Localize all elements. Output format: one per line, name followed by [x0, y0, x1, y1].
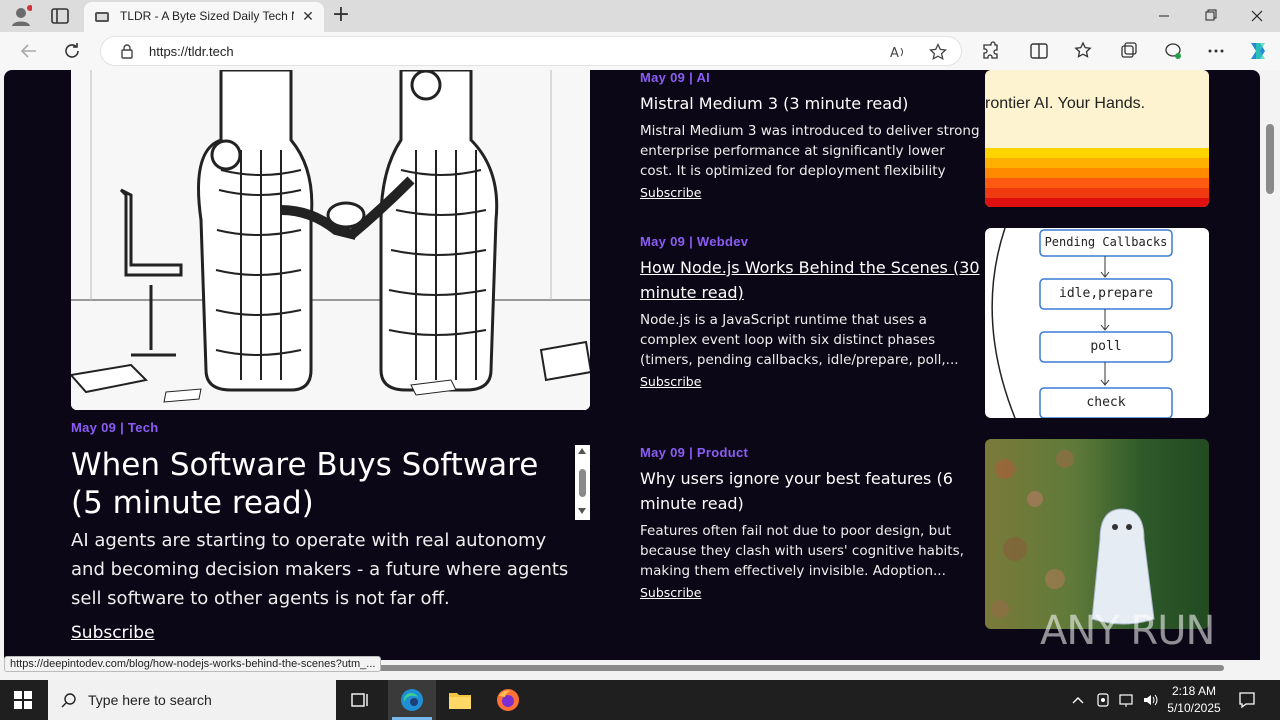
windows-taskbar: Type here to search 2:18 AM 5/10/2025: [0, 680, 1280, 720]
close-tab-icon[interactable]: ✕: [300, 9, 316, 25]
mistral-article-image[interactable]: rontier AI. Your Hands.: [985, 70, 1209, 207]
page-vertical-scrollbar[interactable]: [1262, 70, 1280, 660]
profile-icon[interactable]: [10, 5, 32, 27]
page-viewport: May 09 | Tech When Software Buys Softwar…: [0, 70, 1262, 660]
windows-start-icon[interactable]: [14, 691, 32, 709]
tab-actions-icon[interactable]: [50, 6, 70, 26]
article-product: May 09 | Product Why users ignore your b…: [640, 445, 980, 601]
taskbar-search-box[interactable]: Type here to search: [48, 680, 336, 720]
taskbar-clock[interactable]: 2:18 AM 5/10/2025: [1164, 683, 1224, 717]
hero-category: May 09 | Tech: [71, 420, 159, 435]
search-icon: [61, 693, 76, 708]
chevron-up-icon[interactable]: [1070, 692, 1086, 708]
split-screen-icon[interactable]: [1029, 41, 1049, 61]
hero-description: AI agents are starting to operate with r…: [71, 530, 569, 609]
article-category: May 09 | AI: [640, 70, 711, 85]
hero-article-image[interactable]: [71, 70, 590, 410]
navigation-bar: https://tldr.tech A: [0, 32, 1280, 70]
hero-title[interactable]: When Software Buys Software (5 minute re…: [71, 446, 561, 522]
volume-icon[interactable]: [1142, 692, 1160, 708]
diagram-node: check: [1086, 395, 1126, 410]
back-icon[interactable]: [18, 40, 40, 62]
active-tab[interactable]: TLDR - A Byte Sized Daily Tech Ne ✕: [84, 2, 324, 32]
hero-subscribe-link[interactable]: Subscribe: [71, 623, 155, 643]
address-bar[interactable]: https://tldr.tech A: [100, 36, 962, 66]
ghost-in-field-image[interactable]: [985, 439, 1209, 629]
clock-date: 5/10/2025: [1167, 701, 1221, 715]
restore-icon[interactable]: [1187, 0, 1233, 32]
scroll-down-arrow-icon[interactable]: [578, 508, 586, 514]
url-text[interactable]: https://tldr.tech: [149, 44, 234, 59]
article-title[interactable]: How Node.js Works Behind the Scenes (30 …: [640, 255, 980, 305]
subscribe-link[interactable]: Subscribe: [640, 585, 701, 600]
article-category: May 09 | Webdev: [640, 234, 749, 249]
tldr-page: May 09 | Tech When Software Buys Softwar…: [4, 70, 1260, 660]
article-mistral: May 09 | AI Mistral Medium 3 (3 minute r…: [640, 70, 980, 201]
tab-title: TLDR - A Byte Sized Daily Tech Ne: [120, 9, 294, 23]
anyrun-watermark: ANY RUN: [1040, 608, 1215, 654]
more-options-icon[interactable]: [1206, 41, 1226, 61]
article-description: Node.js is a JavaScript runtime that use…: [640, 312, 959, 368]
refresh-icon[interactable]: [61, 40, 83, 62]
favorites-icon[interactable]: [1074, 41, 1094, 61]
task-view-icon[interactable]: [350, 690, 370, 710]
diagram-node: idle,prepare: [1059, 286, 1153, 301]
article-description: Mistral Medium 3 was introduced to deliv…: [640, 123, 980, 179]
status-url-tooltip: https://deepintodev.com/blog/how-nodejs-…: [4, 656, 382, 672]
scroll-up-arrow-icon[interactable]: [578, 448, 586, 454]
article-description: Features often fail not due to poor desi…: [640, 523, 964, 579]
article-category: May 09 | Product: [640, 445, 749, 460]
edge-taskbar-button[interactable]: [388, 680, 436, 720]
meet-now-icon[interactable]: [1095, 692, 1111, 708]
page-scroll-thumb[interactable]: [1266, 124, 1274, 194]
read-aloud-icon[interactable]: A: [889, 43, 907, 61]
extensions-icon[interactable]: [981, 41, 1001, 61]
clock-time: 2:18 AM: [1171, 684, 1217, 698]
tab-strip: TLDR - A Byte Sized Daily Tech Ne ✕ +: [0, 0, 1280, 32]
subscribe-link[interactable]: Subscribe: [640, 185, 701, 200]
favorite-star-icon[interactable]: [929, 43, 947, 61]
close-window-icon[interactable]: [1234, 0, 1280, 32]
article-title[interactable]: Why users ignore your best features (6 m…: [640, 466, 980, 516]
subscribe-link[interactable]: Subscribe: [640, 374, 701, 389]
collections-icon[interactable]: [1119, 41, 1139, 61]
browser-essentials-icon[interactable]: [1163, 41, 1183, 61]
hero-text-scrollbar[interactable]: [575, 445, 590, 520]
edge-icon: [401, 689, 423, 711]
diagram-node: poll: [1090, 339, 1122, 354]
minimize-icon[interactable]: [1141, 0, 1187, 32]
mistral-image-text: rontier AI. Your Hands.: [985, 95, 1146, 112]
diagram-node: Pending Callbacks: [1044, 235, 1168, 249]
article-nodejs: May 09 | Webdev How Node.js Works Behind…: [640, 234, 980, 390]
new-tab-icon[interactable]: +: [330, 4, 352, 26]
copilot-icon[interactable]: [1246, 39, 1270, 63]
search-placeholder: Type here to search: [88, 692, 212, 708]
lock-icon[interactable]: [119, 43, 135, 59]
notifications-icon[interactable]: [1238, 691, 1256, 709]
tldr-favicon-icon: [95, 12, 109, 22]
nodejs-event-loop-diagram[interactable]: Pending Callbacks idle,prepare poll chec…: [985, 228, 1209, 418]
svg-text:A: A: [890, 46, 899, 61]
robots-handshake-illustration: [71, 70, 590, 410]
network-icon[interactable]: [1118, 692, 1136, 708]
article-title[interactable]: Mistral Medium 3 (3 minute read): [640, 91, 980, 116]
scroll-thumb[interactable]: [579, 469, 586, 497]
file-explorer-icon[interactable]: [448, 689, 472, 711]
firefox-icon[interactable]: [496, 688, 520, 712]
